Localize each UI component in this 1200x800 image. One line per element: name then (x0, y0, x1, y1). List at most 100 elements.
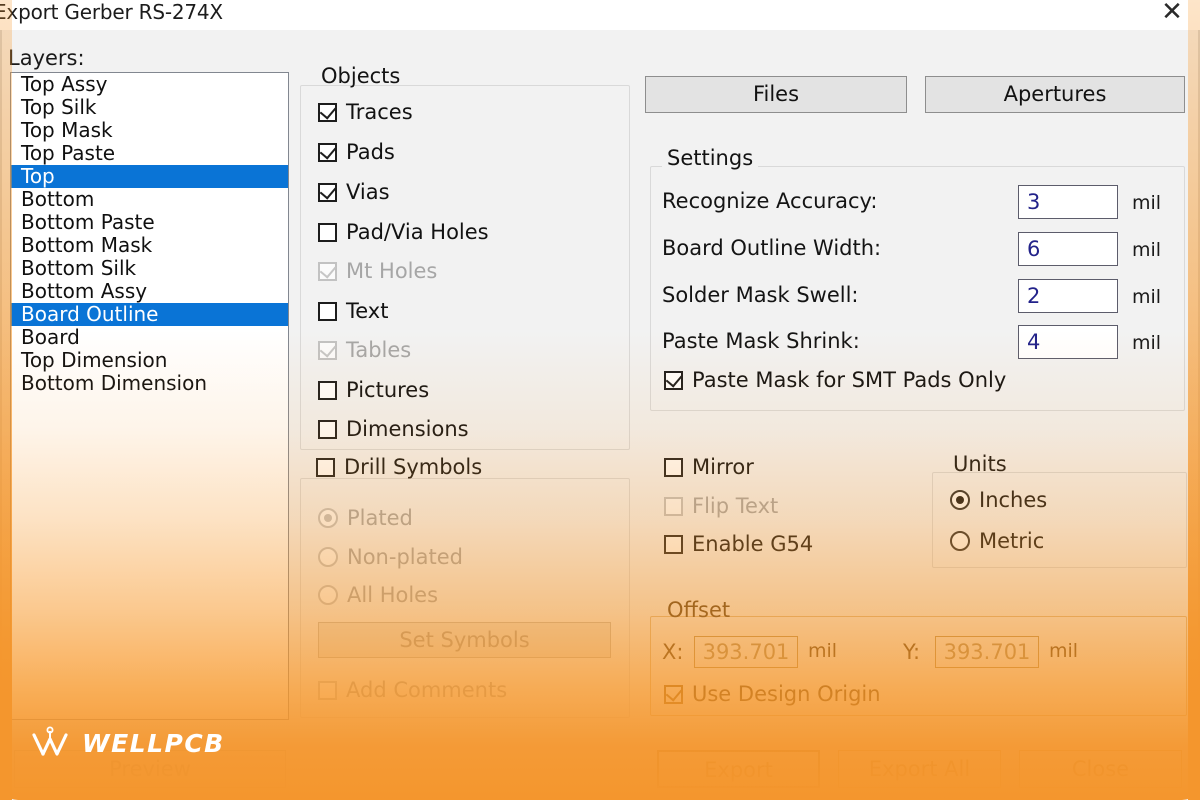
layer-item-label: Bottom Silk (21, 256, 136, 280)
checkbox-icon (318, 302, 337, 321)
layer-item-bottom-dimension[interactable]: Bottom Dimension (11, 372, 288, 395)
export-all-button[interactable]: Export All (838, 750, 1001, 788)
use-design-origin-label: Use Design Origin (692, 682, 881, 706)
layer-item-label: Bottom Assy (21, 279, 147, 303)
checkbox-icon (318, 223, 337, 242)
units-group-box (932, 472, 1187, 568)
radio-icon (318, 585, 338, 605)
object-checkbox-pad-via-holes[interactable]: Pad/Via Holes (318, 220, 489, 244)
layer-item-bottom[interactable]: Bottom (11, 188, 288, 211)
drill-radio-all-holes: All Holes (318, 583, 438, 607)
object-checkbox-tables: Tables (318, 338, 411, 362)
layer-item-label: Top Silk (21, 95, 97, 119)
drill-symbols-checkbox[interactable]: Drill Symbols (316, 455, 482, 479)
setting-input-board-outline-width[interactable]: 6 (1018, 232, 1118, 266)
layer-item-label: Top Dimension (21, 348, 167, 372)
files-button[interactable]: Files (645, 76, 907, 113)
checkbox-icon (664, 685, 683, 704)
setting-input-paste-mask-shrink[interactable]: 4 (1018, 325, 1118, 359)
object-checkbox-label: Traces (346, 100, 413, 124)
paste-mask-smt-checkbox[interactable]: Paste Mask for SMT Pads Only (664, 368, 1006, 392)
offset-x-input[interactable]: 393.701 (694, 636, 798, 668)
checkbox-icon (318, 262, 337, 281)
layer-item-top-assy[interactable]: Top Assy (11, 73, 288, 96)
checkbox-icon (664, 458, 683, 477)
add-comments-label: Add Comments (346, 678, 507, 702)
layer-item-bottom-mask[interactable]: Bottom Mask (11, 234, 288, 257)
checkbox-icon (316, 458, 335, 477)
checkbox-icon (664, 371, 683, 390)
radio-icon (318, 547, 338, 567)
object-checkbox-pads[interactable]: Pads (318, 140, 395, 164)
units-radio-metric[interactable]: Metric (950, 529, 1044, 553)
object-checkbox-label: Pads (346, 140, 395, 164)
units-group-title: Units (948, 452, 1012, 476)
layer-item-label: Bottom Mask (21, 233, 152, 257)
object-checkbox-text[interactable]: Text (318, 299, 388, 323)
setting-unit-paste-mask-shrink: mil (1132, 332, 1161, 354)
layer-item-top[interactable]: Top (11, 165, 288, 188)
object-checkbox-label: Pictures (346, 378, 429, 402)
setting-input-solder-mask-swell[interactable]: 2 (1018, 279, 1118, 313)
checkbox-icon (664, 497, 683, 516)
setting-label-paste-mask-shrink: Paste Mask Shrink: (662, 329, 860, 353)
layer-item-bottom-assy[interactable]: Bottom Assy (11, 280, 288, 303)
layer-item-top-mask[interactable]: Top Mask (11, 119, 288, 142)
object-checkbox-dimensions[interactable]: Dimensions (318, 417, 469, 441)
object-checkbox-label: Tables (346, 338, 411, 362)
close-icon[interactable]: ✕ (1156, 0, 1188, 28)
drill-radio-plated: Plated (318, 506, 413, 530)
mirror-checkbox-label: Mirror (692, 455, 754, 479)
setting-unit-solder-mask-swell: mil (1132, 286, 1161, 308)
checkbox-icon (318, 420, 337, 439)
mirror-checkbox-enable-g54[interactable]: Enable G54 (664, 532, 813, 556)
offset-group-title: Offset (662, 598, 735, 622)
preview-button[interactable]: Preview (14, 750, 286, 788)
layer-item-board[interactable]: Board (11, 326, 288, 349)
close-button[interactable]: Close (1019, 750, 1182, 788)
drill-radio-label: Plated (347, 506, 413, 530)
offset-y-input[interactable]: 393.701 (935, 636, 1039, 668)
checkbox-icon (318, 103, 337, 122)
settings-group-title: Settings (662, 146, 758, 170)
layer-item-label: Top Assy (21, 72, 107, 96)
screenshot-root: Export Gerber RS-274X ✕ Layers: Top Assy… (0, 0, 1200, 800)
checkbox-icon (318, 681, 337, 700)
units-radio-inches[interactable]: Inches (950, 488, 1047, 512)
object-checkbox-label: Text (346, 299, 388, 323)
layer-item-top-paste[interactable]: Top Paste (11, 142, 288, 165)
setting-unit-board-outline-width: mil (1132, 239, 1161, 261)
export-button[interactable]: Export (657, 750, 820, 788)
layers-listbox[interactable]: Top AssyTop SilkTop MaskTop PasteTopBott… (10, 72, 289, 720)
drill-radio-label: All Holes (347, 583, 438, 607)
checkbox-icon (318, 183, 337, 202)
object-checkbox-pictures[interactable]: Pictures (318, 378, 429, 402)
mirror-checkbox-label: Flip Text (692, 494, 778, 518)
drill-radio-non-plated: Non-plated (318, 545, 463, 569)
object-checkbox-label: Dimensions (346, 417, 469, 441)
setting-label-solder-mask-swell: Solder Mask Swell: (662, 283, 859, 307)
units-radio-label: Metric (979, 529, 1044, 553)
radio-icon (318, 508, 338, 528)
radio-icon (950, 490, 970, 510)
checkbox-icon (318, 143, 337, 162)
offset-y-label: Y: (903, 640, 920, 664)
layer-item-label: Top (21, 164, 55, 188)
setting-input-recognize-accuracy[interactable]: 3 (1018, 185, 1118, 219)
layer-item-board-outline[interactable]: Board Outline (11, 303, 288, 326)
mirror-checkbox-mirror[interactable]: Mirror (664, 455, 754, 479)
paste-mask-smt-label: Paste Mask for SMT Pads Only (692, 368, 1006, 392)
checkbox-icon (318, 341, 337, 360)
layer-item-top-dimension[interactable]: Top Dimension (11, 349, 288, 372)
radio-icon (950, 531, 970, 551)
object-checkbox-traces[interactable]: Traces (318, 100, 413, 124)
object-checkbox-vias[interactable]: Vias (318, 180, 390, 204)
units-radio-label: Inches (979, 488, 1047, 512)
layer-item-top-silk[interactable]: Top Silk (11, 96, 288, 119)
object-checkbox-label: Pad/Via Holes (346, 220, 489, 244)
use-design-origin-checkbox[interactable]: Use Design Origin (664, 682, 881, 706)
apertures-button[interactable]: Apertures (925, 76, 1185, 113)
layer-item-bottom-silk[interactable]: Bottom Silk (11, 257, 288, 280)
setting-label-board-outline-width: Board Outline Width: (662, 236, 881, 260)
layer-item-bottom-paste[interactable]: Bottom Paste (11, 211, 288, 234)
